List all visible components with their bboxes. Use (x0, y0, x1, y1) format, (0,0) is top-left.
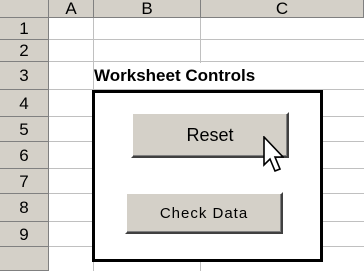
row-header-10[interactable] (0, 247, 49, 271)
select-all-corner[interactable] (0, 0, 49, 18)
row-header-7[interactable]: 7 (0, 169, 49, 194)
sheet-title: Worksheet Controls (94, 63, 334, 89)
row-header-6[interactable]: 6 (0, 142, 49, 169)
column-header-c[interactable]: C (201, 0, 364, 18)
spreadsheet-grid: A B C 1 2 3 4 5 6 7 8 9 Worksheet Contro… (0, 0, 364, 271)
row-header-9[interactable]: 9 (0, 222, 49, 247)
gridline (49, 39, 364, 40)
row-header-5[interactable]: 5 (0, 117, 49, 142)
column-header-a[interactable]: A (49, 0, 94, 18)
check-data-button[interactable]: Check Data (125, 192, 283, 234)
row-header-3[interactable]: 3 (0, 62, 49, 90)
column-header-b[interactable]: B (94, 0, 201, 18)
row-header-4[interactable]: 4 (0, 90, 49, 117)
mouse-pointer-icon (263, 136, 284, 173)
row-header-8[interactable]: 8 (0, 194, 49, 222)
row-header-2[interactable]: 2 (0, 40, 49, 62)
row-header-1[interactable]: 1 (0, 18, 49, 40)
gridline (49, 61, 364, 62)
